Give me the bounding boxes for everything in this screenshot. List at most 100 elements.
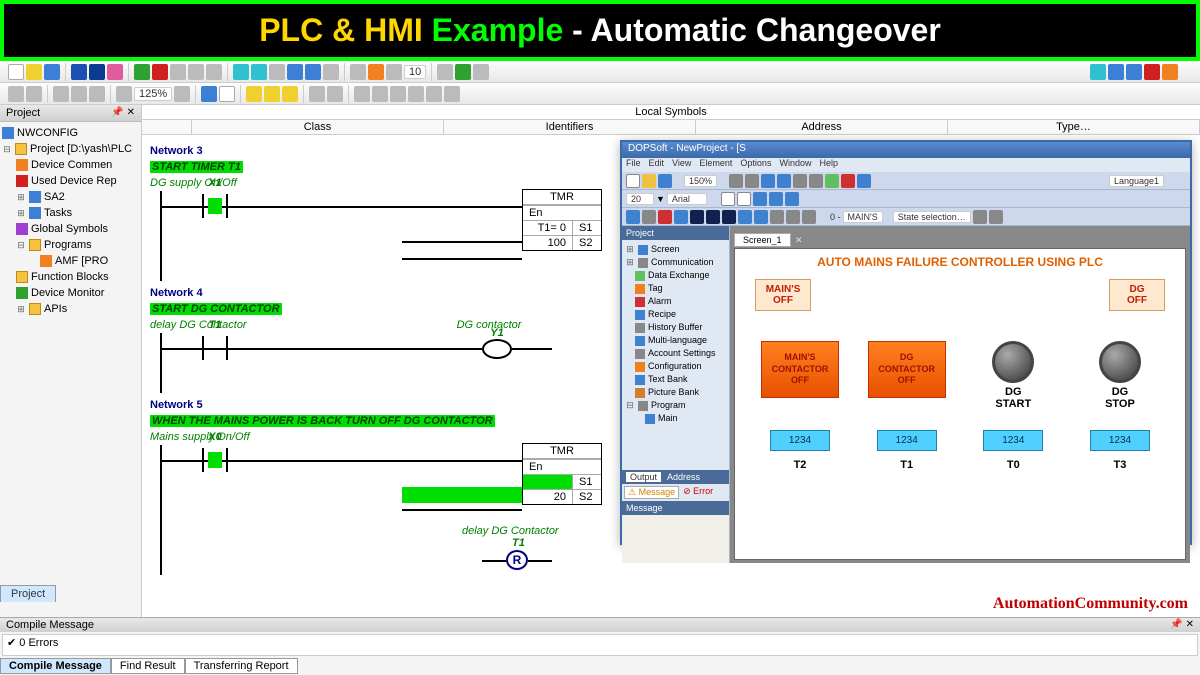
hmi-tb-icon[interactable] (690, 210, 704, 224)
tree-amf[interactable]: AMF [PRO (2, 253, 139, 269)
tb-icon[interactable] (264, 86, 280, 102)
dg-start-button[interactable] (992, 341, 1034, 383)
tb-icon[interactable] (368, 64, 384, 80)
tb-icon[interactable] (390, 86, 406, 102)
hmi-tree-comm[interactable]: ⊞Communication (625, 256, 726, 269)
hmi-tree-account[interactable]: Account Settings (625, 347, 726, 360)
output-tab[interactable]: Output (626, 472, 661, 482)
dg-off-indicator[interactable]: DG OFF (1109, 279, 1165, 311)
t1-value[interactable]: 1234 (877, 430, 937, 451)
new-icon[interactable] (8, 64, 24, 80)
tb-icon[interactable] (444, 86, 460, 102)
tb-icon[interactable] (282, 86, 298, 102)
tb-icon[interactable] (327, 86, 343, 102)
tb-icon[interactable] (1108, 64, 1124, 80)
tb-icon[interactable] (269, 64, 285, 80)
tree-programs[interactable]: ⊟Programs (2, 237, 139, 253)
tree-device-comment[interactable]: Device Commen (2, 157, 139, 173)
hmi-tree-recipe[interactable]: Recipe (625, 308, 726, 321)
hmi-lang[interactable]: Language1 (1109, 175, 1164, 187)
hmi-tree-main[interactable]: Main (625, 412, 726, 425)
hmi-tb-icon[interactable] (642, 210, 656, 224)
tab-compile-message[interactable]: Compile Message (0, 658, 111, 674)
hmi-screen-canvas[interactable]: AUTO MAINS FAILURE CONTROLLER USING PLC … (734, 248, 1186, 560)
contact-x0[interactable]: X0 (202, 445, 228, 475)
zoom-level[interactable]: 125% (134, 87, 172, 101)
pointer-icon[interactable] (354, 86, 370, 102)
hmi-zoom[interactable]: 150% (684, 175, 717, 187)
hmi-tree-tag[interactable]: Tag (625, 282, 726, 295)
hmi-tb-icon[interactable] (658, 174, 672, 188)
hmi-tb-icon[interactable] (857, 174, 871, 188)
hmi-tb-icon[interactable] (674, 210, 688, 224)
hmi-tree-alarm[interactable]: Alarm (625, 295, 726, 308)
zoom-out-icon[interactable] (116, 86, 132, 102)
hmi-tb-icon[interactable] (841, 174, 855, 188)
hmi-fontsize[interactable]: 20 (626, 193, 654, 205)
dg-stop-button[interactable] (1099, 341, 1141, 383)
tree-apis[interactable]: ⊞APIs (2, 301, 139, 317)
tb-icon[interactable] (201, 86, 217, 102)
hmi-tree-histbuf[interactable]: History Buffer (625, 321, 726, 334)
tab-transferring-report[interactable]: Transferring Report (185, 658, 298, 674)
tb-icon[interactable] (1090, 64, 1106, 80)
hmi-tb-icon[interactable] (642, 174, 656, 188)
tb-icon[interactable] (386, 64, 402, 80)
tree-nwconfig[interactable]: NWCONFIG (2, 125, 139, 141)
tb-icon[interactable] (408, 86, 424, 102)
hmi-tb-icon[interactable] (777, 174, 791, 188)
hmi-tb-icon[interactable] (626, 174, 640, 188)
pin-icon[interactable]: 📌 ✕ (1170, 619, 1194, 631)
col-class[interactable]: Class (192, 120, 444, 134)
tb-icon[interactable] (134, 64, 150, 80)
hmi-tb-icon[interactable] (738, 210, 752, 224)
hmi-font[interactable]: Arial (667, 193, 707, 205)
menu-view[interactable]: View (672, 158, 691, 172)
col-address[interactable]: Address (696, 120, 948, 134)
hmi-mains-field[interactable]: MAIN'S (843, 211, 883, 223)
menu-element[interactable]: Element (699, 158, 732, 172)
message-tab[interactable]: ⚠ Message (624, 486, 679, 499)
tab-find-result[interactable]: Find Result (111, 658, 185, 674)
menu-window[interactable]: Window (779, 158, 811, 172)
main-toolbar-1[interactable]: 10 (0, 61, 1200, 83)
tb-icon[interactable] (350, 64, 366, 80)
tb-icon[interactable] (309, 86, 325, 102)
main-toolbar-2[interactable]: 125% (0, 83, 1200, 105)
hmi-tb-icon[interactable] (770, 210, 784, 224)
tb-icon[interactable] (287, 64, 303, 80)
t3-value[interactable]: 1234 (1090, 430, 1150, 451)
hmi-tb-icon[interactable] (809, 174, 823, 188)
hmi-output-tabs[interactable]: Output Address (622, 470, 729, 484)
hmi-tb-icon[interactable] (761, 174, 775, 188)
tree-used-device[interactable]: Used Device Rep (2, 173, 139, 189)
tb-icon[interactable] (89, 64, 105, 80)
tb-icon[interactable] (71, 64, 87, 80)
contact-x1[interactable]: X1 (202, 191, 228, 221)
underline-icon[interactable] (785, 192, 799, 206)
tb-icon[interactable] (206, 64, 222, 80)
compile-tabs[interactable]: Compile Message Find Result Transferring… (0, 658, 1200, 674)
tb-icon[interactable] (246, 86, 262, 102)
tb-icon[interactable] (188, 64, 204, 80)
tree-device-monitor[interactable]: Device Monitor (2, 285, 139, 301)
menu-edit[interactable]: Edit (649, 158, 665, 172)
coil-y1[interactable]: Y1 (482, 339, 512, 359)
hmi-tb-icon[interactable] (729, 174, 743, 188)
menu-file[interactable]: File (626, 158, 641, 172)
bold-icon[interactable] (753, 192, 767, 206)
hmi-tree[interactable]: ⊞Screen ⊞Communication Data Exchange Tag… (622, 240, 729, 470)
tb-icon[interactable] (473, 64, 489, 80)
tree-project[interactable]: ⊟Project [D:\yash\PLC (2, 141, 139, 157)
tb-icon[interactable] (170, 64, 186, 80)
hmi-toolbars[interactable]: 150% Language1 20 ▼ Arial (622, 172, 1190, 226)
hmi-state[interactable]: State selection… (893, 211, 971, 223)
tb-icon[interactable] (233, 64, 249, 80)
hmi-tree-textbank[interactable]: Text Bank (625, 373, 726, 386)
hmi-tb-icon[interactable] (793, 174, 807, 188)
zoom-in-icon[interactable] (174, 86, 190, 102)
cut-icon[interactable] (53, 86, 69, 102)
tmr-block-1[interactable]: TMR En T1= 0S1 100S2 (522, 189, 602, 251)
tb-icon[interactable] (305, 64, 321, 80)
hmi-tree-screen[interactable]: ⊞Screen (625, 243, 726, 256)
